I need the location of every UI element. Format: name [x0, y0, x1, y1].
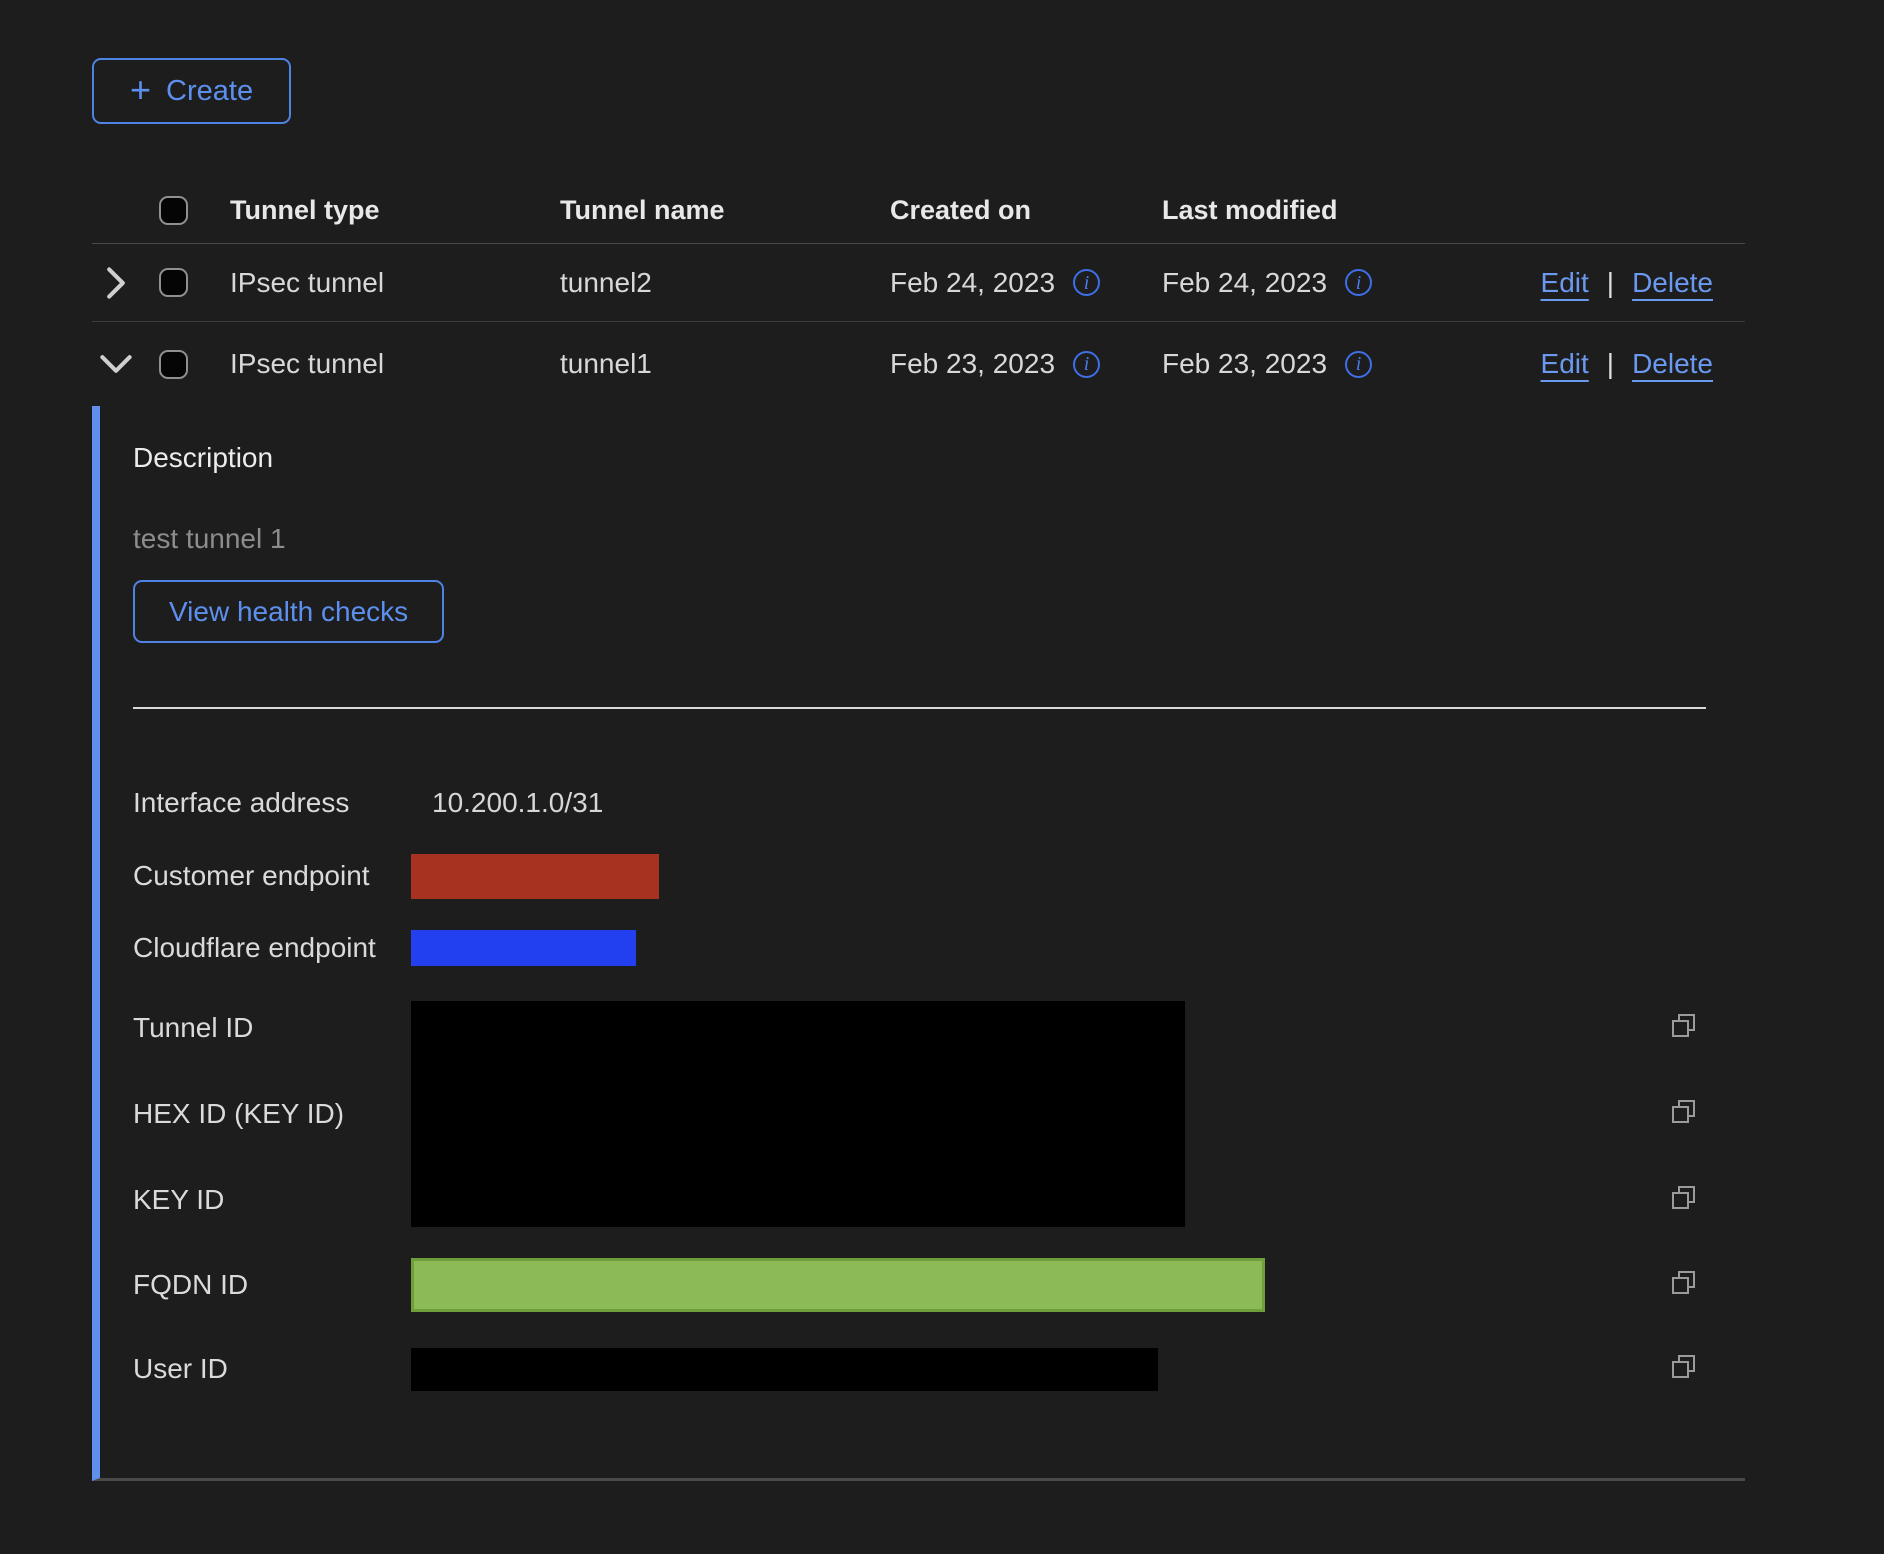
copy-icon[interactable] — [1670, 1269, 1697, 1296]
row-checkbox[interactable] — [159, 350, 188, 379]
tunnel-name-value: tunnel1 — [528, 348, 858, 380]
delete-link[interactable]: Delete — [1632, 267, 1713, 299]
copy-icon[interactable] — [1670, 1353, 1697, 1380]
tunnel-hex-key-redacted-value — [411, 1001, 1185, 1227]
copy-icon[interactable] — [1670, 1098, 1697, 1125]
customer-endpoint-label: Customer endpoint — [133, 860, 411, 892]
tunnel-type-value: IPsec tunnel — [198, 267, 528, 299]
tunnel-type-value: IPsec tunnel — [198, 348, 528, 380]
copy-icon[interactable] — [1670, 1184, 1697, 1211]
info-icon[interactable]: i — [1073, 351, 1100, 378]
fqdn-id-label: FQDN ID — [133, 1269, 411, 1301]
last-modified-value: Feb 24, 2023 — [1162, 267, 1327, 299]
chevron-down-icon[interactable] — [99, 353, 133, 375]
select-all-checkbox[interactable] — [159, 196, 188, 225]
info-icon[interactable]: i — [1345, 351, 1372, 378]
action-separator: | — [1607, 267, 1614, 299]
info-icon[interactable]: i — [1073, 269, 1100, 296]
tunnel-details-panel: Description test tunnel 1 View health ch… — [92, 406, 1745, 1481]
key-id-label: KEY ID — [133, 1184, 411, 1216]
header-created-on: Created on — [858, 195, 1130, 226]
row-checkbox[interactable] — [159, 268, 188, 297]
create-button-label: Create — [166, 75, 253, 108]
user-id-label: User ID — [133, 1353, 411, 1385]
tunnels-table: Tunnel type Tunnel name Created on Last … — [92, 178, 1745, 406]
edit-link[interactable]: Edit — [1541, 267, 1589, 299]
info-icon[interactable]: i — [1345, 269, 1372, 296]
panel-divider — [133, 707, 1706, 709]
view-health-checks-button[interactable]: View health checks — [133, 580, 444, 643]
last-modified-value: Feb 23, 2023 — [1162, 348, 1327, 380]
edit-link[interactable]: Edit — [1541, 348, 1589, 380]
action-separator: | — [1607, 348, 1614, 380]
view-health-checks-label: View health checks — [169, 596, 408, 628]
cloudflare-endpoint-redacted-value — [411, 930, 636, 966]
header-tunnel-type: Tunnel type — [198, 195, 528, 226]
create-button[interactable]: + Create — [92, 58, 291, 124]
delete-link[interactable]: Delete — [1632, 348, 1713, 380]
customer-endpoint-redacted-value — [411, 854, 659, 899]
tunnel-id-label: Tunnel ID — [133, 1012, 411, 1044]
hex-id-label: HEX ID (KEY ID) — [133, 1098, 411, 1130]
copy-icon[interactable] — [1670, 1012, 1697, 1039]
header-tunnel-name: Tunnel name — [528, 195, 858, 226]
created-on-value: Feb 24, 2023 — [890, 267, 1055, 299]
header-last-modified: Last modified — [1130, 195, 1440, 226]
fqdn-id-redacted-value — [411, 1258, 1265, 1312]
table-header-row: Tunnel type Tunnel name Created on Last … — [92, 178, 1745, 244]
plus-icon: + — [130, 72, 151, 108]
cloudflare-endpoint-label: Cloudflare endpoint — [133, 932, 411, 964]
user-id-redacted-value — [411, 1348, 1158, 1391]
chevron-right-icon[interactable] — [105, 266, 127, 300]
interface-address-value: 10.200.1.0/31 — [411, 787, 1648, 819]
description-label: Description — [133, 442, 1745, 474]
tunnel-details-grid: Interface address 10.200.1.0/31 Customer… — [133, 765, 1745, 1411]
table-row: IPsec tunnel tunnel2 Feb 24, 2023 i Feb … — [92, 244, 1745, 322]
description-value: test tunnel 1 — [133, 523, 1745, 555]
table-row: IPsec tunnel tunnel1 Feb 23, 2023 i Feb … — [92, 322, 1745, 406]
interface-address-label: Interface address — [133, 787, 411, 819]
tunnel-name-value: tunnel2 — [528, 267, 858, 299]
created-on-value: Feb 23, 2023 — [890, 348, 1055, 380]
